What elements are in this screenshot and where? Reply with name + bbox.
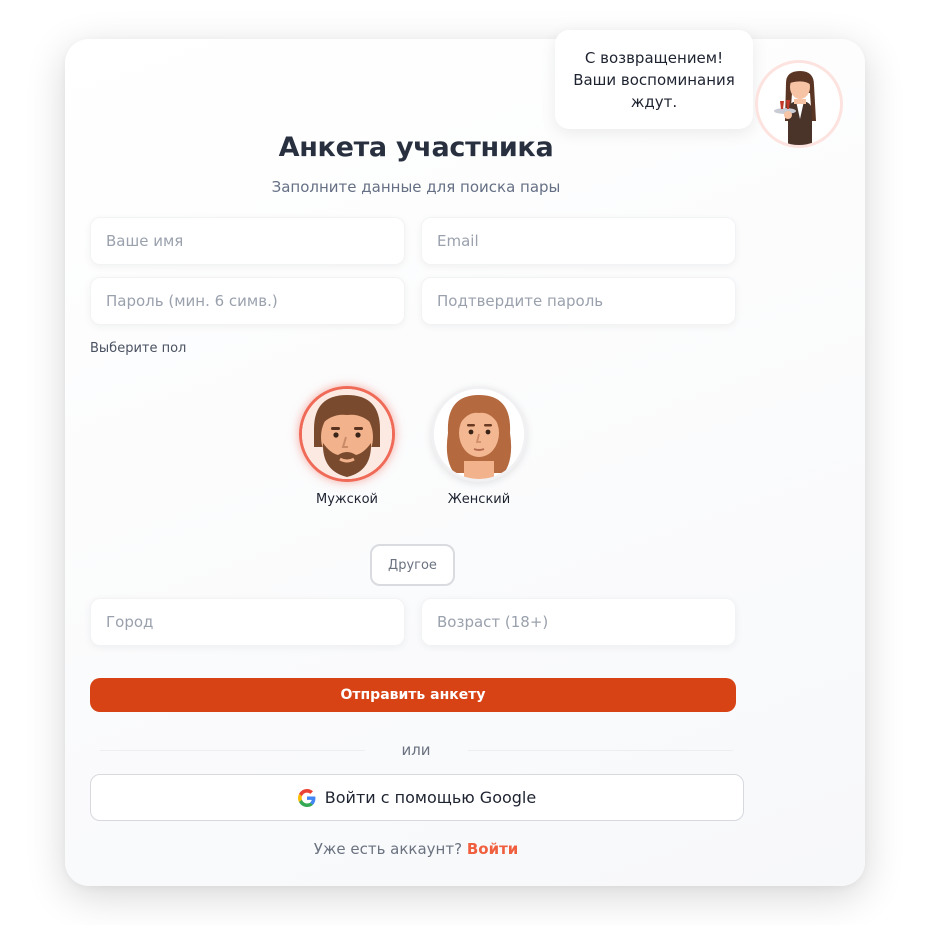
- page-title: Анкета участника: [278, 132, 554, 163]
- gender-other-button[interactable]: Другое: [370, 544, 455, 586]
- female-avatar: [431, 386, 527, 482]
- gender-label: Выберите пол: [90, 341, 187, 356]
- submit-button[interactable]: Отправить анкету: [90, 678, 736, 712]
- divider-text: или: [401, 741, 431, 759]
- google-signin-label: Войти с помощью Google: [324, 788, 537, 807]
- gender-option-male[interactable]: Мужской: [292, 386, 402, 507]
- male-avatar: [299, 386, 395, 482]
- assistant-speech-bubble: С возвращением! Ваши воспоминания ждут.: [555, 30, 753, 129]
- google-icon: [297, 788, 316, 807]
- divider-left: [100, 750, 365, 751]
- city-input[interactable]: [90, 598, 405, 646]
- assistant-avatar: [755, 60, 843, 148]
- waitress-illustration-icon: [774, 71, 816, 145]
- google-signin-button[interactable]: Войти с помощью Google: [90, 774, 744, 821]
- confirm-password-input[interactable]: [421, 277, 736, 325]
- male-face-icon: [302, 389, 392, 479]
- password-input[interactable]: [90, 277, 405, 325]
- name-input[interactable]: [90, 217, 405, 265]
- email-input[interactable]: [421, 217, 736, 265]
- gender-male-label: Мужской: [315, 492, 379, 507]
- page-subtitle: Заполните данные для поиска пары: [271, 178, 561, 196]
- age-input[interactable]: [421, 598, 736, 646]
- login-prompt-text: Уже есть аккаунт?: [313, 840, 463, 858]
- divider-right: [468, 750, 733, 751]
- gender-female-label: Женский: [447, 492, 511, 507]
- login-link[interactable]: Войти: [467, 840, 518, 858]
- gender-option-female[interactable]: Женский: [424, 386, 534, 507]
- login-prompt-row: Уже есть аккаунт? Войти: [65, 840, 767, 858]
- female-face-icon: [434, 389, 524, 479]
